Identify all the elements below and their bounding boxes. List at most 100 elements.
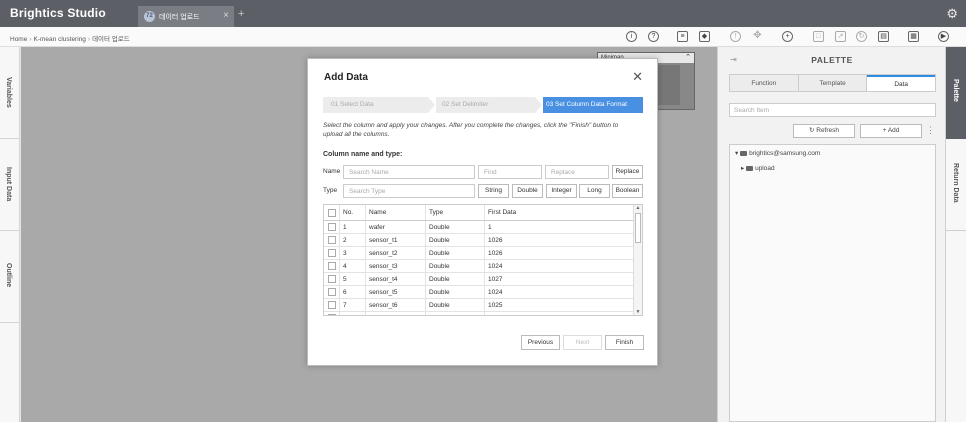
checkbox-box	[327, 249, 336, 257]
table-row[interactable]: 8sensor_t7Double1027	[324, 312, 635, 316]
scroll-thumb[interactable]	[635, 213, 641, 243]
cell-name: sensor_t6	[366, 299, 426, 311]
breadcrumb-project[interactable]: K-mean clustering	[34, 36, 86, 43]
cell-no: 4	[340, 260, 366, 272]
refresh-button[interactable]: ↻ Refresh	[793, 124, 855, 138]
gear-icon[interactable]: ⚙	[946, 6, 958, 22]
tab-function[interactable]: Function	[730, 75, 799, 91]
cell-type[interactable]: Double	[426, 299, 485, 311]
info-icon[interactable]: i	[626, 31, 637, 42]
scroll-down-icon[interactable]: ▼	[635, 309, 641, 315]
rail-return-data[interactable]: Return Data	[946, 139, 966, 231]
checkbox-box	[327, 262, 336, 270]
tab-template[interactable]: Template	[798, 75, 868, 91]
previous-button[interactable]: Previous	[521, 335, 560, 350]
cell-type[interactable]: Double	[426, 312, 485, 315]
row-checkbox[interactable]	[324, 312, 340, 315]
cell-first-data: 1027	[485, 312, 635, 316]
type-double-button[interactable]: Double	[512, 184, 543, 198]
next-button[interactable]: Next	[563, 335, 602, 350]
select-all-checkbox[interactable]	[324, 205, 340, 220]
zoom-icon[interactable]: +	[782, 31, 793, 42]
palette-search-input[interactable]: Search Item	[729, 103, 936, 117]
validate-icon[interactable]: !	[730, 31, 741, 42]
clipboard-icon[interactable]: ▤	[878, 31, 889, 42]
calendar-icon[interactable]: ▦	[908, 31, 919, 42]
cell-no: 5	[340, 273, 366, 285]
document-icon[interactable]: ≡	[677, 31, 688, 42]
caret-down-icon[interactable]: ▾	[735, 150, 738, 157]
cell-first-data: 1027	[488, 275, 503, 283]
find-input[interactable]: Find	[478, 165, 542, 179]
run-icon[interactable]: ▶	[938, 31, 949, 42]
tab-data[interactable]: Data	[867, 75, 936, 91]
table-row[interactable]: 6 sensor_t5 Double 1024	[324, 286, 635, 299]
cell-type[interactable]: Double	[426, 273, 485, 285]
close-icon[interactable]: ✕	[632, 69, 643, 85]
tree-label: upload	[755, 165, 775, 172]
replace-input[interactable]: Replace	[545, 165, 609, 179]
type-long-button[interactable]: Long	[579, 184, 610, 198]
table-row[interactable]: 5 sensor_t4 Double 1027	[324, 273, 635, 286]
finish-button[interactable]: Finish	[605, 335, 644, 350]
rail-label: Outline	[5, 263, 12, 288]
type-integer-button[interactable]: Integer	[546, 184, 577, 198]
row-checkbox[interactable]	[324, 247, 340, 259]
table-row[interactable]: 1 wafer Double 1	[324, 221, 635, 234]
search-name-input[interactable]: Search Name	[343, 165, 475, 179]
checkbox-box	[327, 275, 336, 283]
scroll-up-icon[interactable]: ▲	[635, 205, 641, 211]
row-checkbox[interactable]	[324, 273, 340, 285]
export-icon[interactable]: ↗	[835, 31, 846, 42]
add-label: Add	[887, 127, 900, 134]
row-checkbox[interactable]	[324, 221, 340, 233]
table-row[interactable]: 4 sensor_t3 Double 1024	[324, 260, 635, 273]
palette-title: PALETTE	[811, 55, 853, 65]
caret-right-icon[interactable]: ▸	[741, 165, 744, 172]
search-type-input[interactable]: Search Type	[343, 184, 475, 198]
row-checkbox[interactable]	[324, 299, 340, 311]
rail-variables[interactable]: Variables	[0, 47, 20, 139]
row-checkbox[interactable]	[324, 234, 340, 246]
tree-item-upload[interactable]: ▸ upload	[741, 164, 775, 172]
cell-type[interactable]: Double	[426, 247, 485, 259]
rail-label: Return Data	[952, 163, 959, 203]
cell-type[interactable]: Double	[426, 260, 485, 272]
help-icon[interactable]: ?	[648, 31, 659, 42]
rail-input-data[interactable]: Input Data	[0, 139, 20, 231]
history-icon[interactable]: ↻	[856, 31, 867, 42]
breadcrumb-home[interactable]: Home	[10, 36, 27, 43]
replace-button[interactable]: Replace	[612, 165, 643, 179]
type-boolean-button[interactable]: Boolean	[612, 184, 643, 198]
copy-icon[interactable]: □	[813, 31, 824, 42]
table-row[interactable]: 7 sensor_t6 Double 1025	[324, 299, 635, 312]
type-string-button[interactable]: String	[478, 184, 509, 198]
step-set-delimiter: 02 Set Delimiter	[436, 97, 535, 113]
tag-icon[interactable]: ◆	[699, 31, 710, 42]
section-title: Column name and type:	[323, 151, 403, 158]
checkbox-box	[327, 208, 336, 217]
tree-item-user[interactable]: ▾ brightics@samsung.com	[735, 149, 820, 157]
cell-name: sensor_t4	[366, 273, 426, 285]
dialog-title: Add Data	[324, 72, 368, 83]
row-checkbox[interactable]	[324, 286, 340, 298]
cell-type[interactable]: Double	[426, 221, 485, 233]
cell-type[interactable]: Double	[426, 234, 485, 246]
close-icon[interactable]: ×	[223, 10, 229, 21]
move-icon[interactable]: ✥	[752, 31, 763, 42]
add-button[interactable]: + Add	[860, 124, 922, 138]
table-row[interactable]: 2 sensor_t1 Double 1026	[324, 234, 635, 247]
rail-palette[interactable]: Palette	[946, 47, 966, 139]
table-scrollbar[interactable]: ▲ ▼	[633, 205, 642, 315]
rail-outline[interactable]: Outline	[0, 231, 20, 323]
row-checkbox[interactable]	[324, 260, 340, 272]
chevron-up-icon[interactable]: ⌃	[685, 53, 691, 61]
tab-data-upload[interactable]: 72 데이터 업로드 ×	[138, 6, 234, 27]
cell-first-data: 1	[488, 223, 492, 231]
cell-first-data: 1024	[488, 262, 503, 270]
cell-type[interactable]: Double	[426, 286, 485, 298]
add-tab-icon[interactable]: +	[238, 8, 244, 20]
table-row[interactable]: 3 sensor_t2 Double 1026	[324, 247, 635, 260]
checkbox-box	[327, 301, 336, 309]
more-icon[interactable]: ⋮	[926, 125, 935, 136]
